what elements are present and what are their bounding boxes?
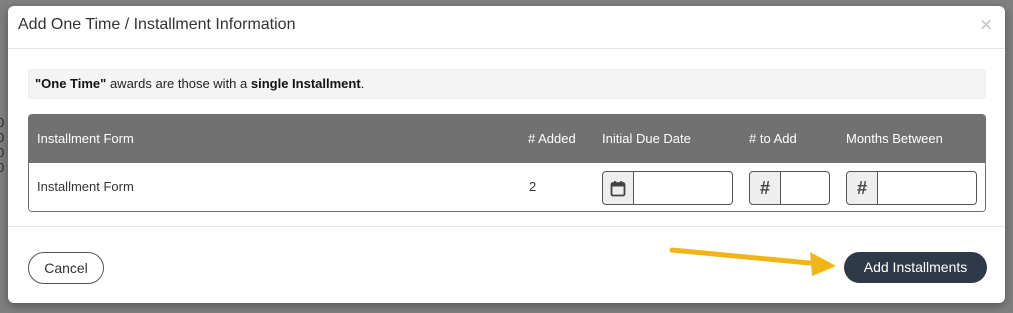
table-row: Installment Form 2 # # — [29, 163, 985, 211]
cancel-button[interactable]: Cancel — [28, 252, 104, 284]
column-header-installment-form: Installment Form — [37, 131, 134, 146]
column-header-initial-due-date: Initial Due Date — [602, 131, 691, 146]
months-between-group: # — [846, 171, 977, 205]
column-header-added: # Added — [528, 131, 576, 146]
added-count-cell: 2 — [529, 179, 537, 194]
add-installments-button[interactable]: Add Installments — [844, 252, 987, 283]
modal-footer: Cancel Add Installments — [8, 226, 1005, 303]
initial-due-date-input[interactable] — [634, 171, 733, 205]
column-header-months-between: Months Between — [846, 131, 943, 146]
to-add-group: # — [749, 171, 830, 205]
calendar-icon[interactable] — [602, 171, 634, 205]
info-suffix: . — [360, 76, 365, 91]
modal-header: Add One Time / Installment Information × — [8, 6, 1005, 49]
hash-icon: # — [749, 171, 781, 205]
installment-form-cell: Installment Form — [37, 179, 134, 194]
months-between-input[interactable] — [878, 171, 977, 205]
info-note: "One Time" awards are those with a singl… — [28, 69, 986, 99]
add-installment-modal: Add One Time / Installment Information ×… — [8, 6, 1005, 303]
hash-icon: # — [846, 171, 878, 205]
initial-due-date-group — [602, 171, 733, 205]
installment-table: Installment Form # Added Initial Due Dat… — [28, 114, 986, 212]
info-middle: awards are those with a — [106, 76, 251, 91]
background-page-fragment: 0000 — [0, 115, 5, 175]
close-icon[interactable]: × — [977, 14, 995, 36]
column-header-to-add: # to Add — [749, 131, 797, 146]
background-page-fragment — [1005, 238, 1013, 253]
info-emphasis: single Installment — [250, 76, 361, 91]
to-add-input[interactable] — [781, 171, 830, 205]
modal-title: Add One Time / Installment Information — [18, 16, 296, 33]
info-prefix: "One Time" — [35, 76, 107, 91]
table-header: Installment Form # Added Initial Due Dat… — [29, 115, 985, 163]
